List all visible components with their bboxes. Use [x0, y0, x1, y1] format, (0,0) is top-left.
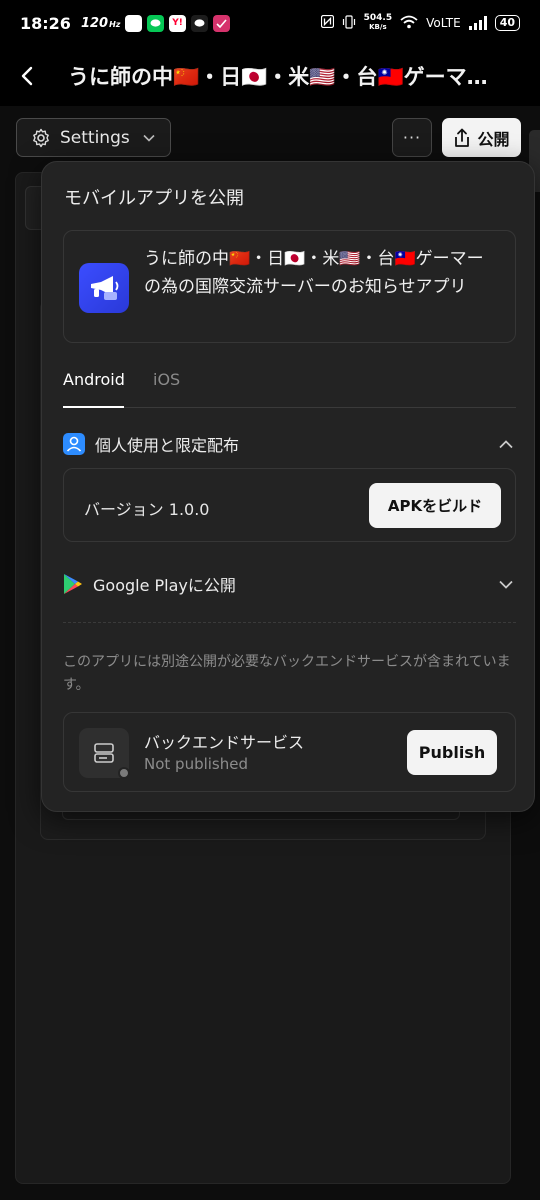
app-icon	[79, 263, 129, 313]
line-icon	[147, 14, 165, 32]
chevron-up-icon[interactable]	[496, 434, 516, 454]
page-title: うに師の中🇨🇳・日🇯🇵・米🇺🇸・台🇹🇼ゲーマ…	[68, 65, 488, 89]
tab-ios[interactable]: iOS	[153, 370, 180, 408]
google-play-title: Google Playに公開	[93, 576, 236, 595]
refresh-rate: 120Hz	[80, 15, 121, 31]
check-app-icon	[213, 14, 231, 32]
publish-label: 公開	[477, 129, 510, 149]
settings-button[interactable]: Settings	[16, 118, 171, 157]
more-options-button[interactable]: ···	[392, 118, 432, 157]
backend-service-card: バックエンドサービス Not published Publish	[63, 712, 516, 792]
refresh-rate-value: 120	[80, 15, 109, 31]
version-card: バージョン 1.0.0 APKをビルド	[63, 468, 516, 542]
personal-use-section-header[interactable]: 個人使用と限定配布	[63, 429, 516, 459]
vibrate-icon	[342, 14, 356, 32]
volte-label: VoLTE	[426, 16, 461, 30]
status-right: 504.5 KB/s VoLTE 40	[320, 14, 520, 32]
megaphone-icon	[91, 276, 119, 300]
chevron-down-icon	[143, 134, 155, 142]
status-bar: 18:26 120Hz Y! 504.5 KB/s VoLTE 40	[0, 0, 540, 46]
backend-note: このアプリには別途公開が必要なバックエンドサービスが含まれています。	[63, 654, 511, 693]
network-speed: 504.5 KB/s	[364, 14, 392, 32]
backend-publish-button[interactable]: Publish	[407, 730, 497, 775]
publish-popover: モバイルアプリを公開 うに師の中🇨🇳・日🇯🇵・米🇺🇸・台🇹🇼ゲーマーの為の国際交…	[41, 161, 535, 812]
generic-app-icon	[125, 14, 143, 32]
back-button[interactable]	[16, 61, 38, 91]
backend-service-name: バックエンドサービス	[144, 733, 305, 752]
app-header: うに師の中🇨🇳・日🇯🇵・米🇺🇸・台🇹🇼ゲーマ…	[0, 46, 540, 106]
status-dot	[118, 767, 130, 779]
build-apk-button[interactable]: APKをビルド	[369, 483, 501, 528]
network-speed-value: 504.5	[363, 13, 393, 23]
publish-button[interactable]: 公開	[442, 118, 521, 157]
popover-title: モバイルアプリを公開	[64, 188, 244, 209]
google-play-section-header[interactable]: Google Playに公開	[63, 569, 516, 599]
version-label: バージョン 1.0.0	[84, 500, 210, 519]
settings-label: Settings	[60, 127, 130, 148]
app-name: うに師の中🇨🇳・日🇯🇵・米🇺🇸・台🇹🇼ゲーマーの為の国際交流サーバーのお知らせア…	[144, 249, 484, 297]
chevron-down-icon[interactable]	[496, 574, 516, 594]
nfc-icon	[320, 14, 334, 31]
chevron-left-icon	[21, 66, 33, 86]
notification-icons: Y!	[125, 14, 231, 32]
app-info-card: うに師の中🇨🇳・日🇯🇵・米🇺🇸・台🇹🇼ゲーマーの為の国際交流サーバーのお知らせア…	[63, 230, 516, 343]
network-speed-unit: KB/s	[369, 23, 387, 31]
signal-icon	[468, 16, 487, 30]
person-icon	[63, 433, 85, 455]
gear-icon	[33, 128, 49, 147]
platform-tabs: Android iOS	[63, 370, 516, 408]
yahoo-icon: Y!	[169, 14, 187, 32]
google-play-icon	[64, 574, 82, 594]
chat-icon	[191, 14, 209, 32]
section-divider	[63, 622, 516, 623]
share-upload-icon	[455, 128, 470, 147]
wifi-icon	[400, 15, 418, 32]
battery-indicator: 40	[494, 15, 520, 31]
refresh-rate-unit: Hz	[109, 19, 121, 29]
status-time: 18:26	[20, 13, 71, 33]
backend-service-status: Not published	[144, 755, 249, 773]
tab-android[interactable]: Android	[63, 370, 125, 408]
personal-use-title: 個人使用と限定配布	[95, 436, 240, 455]
